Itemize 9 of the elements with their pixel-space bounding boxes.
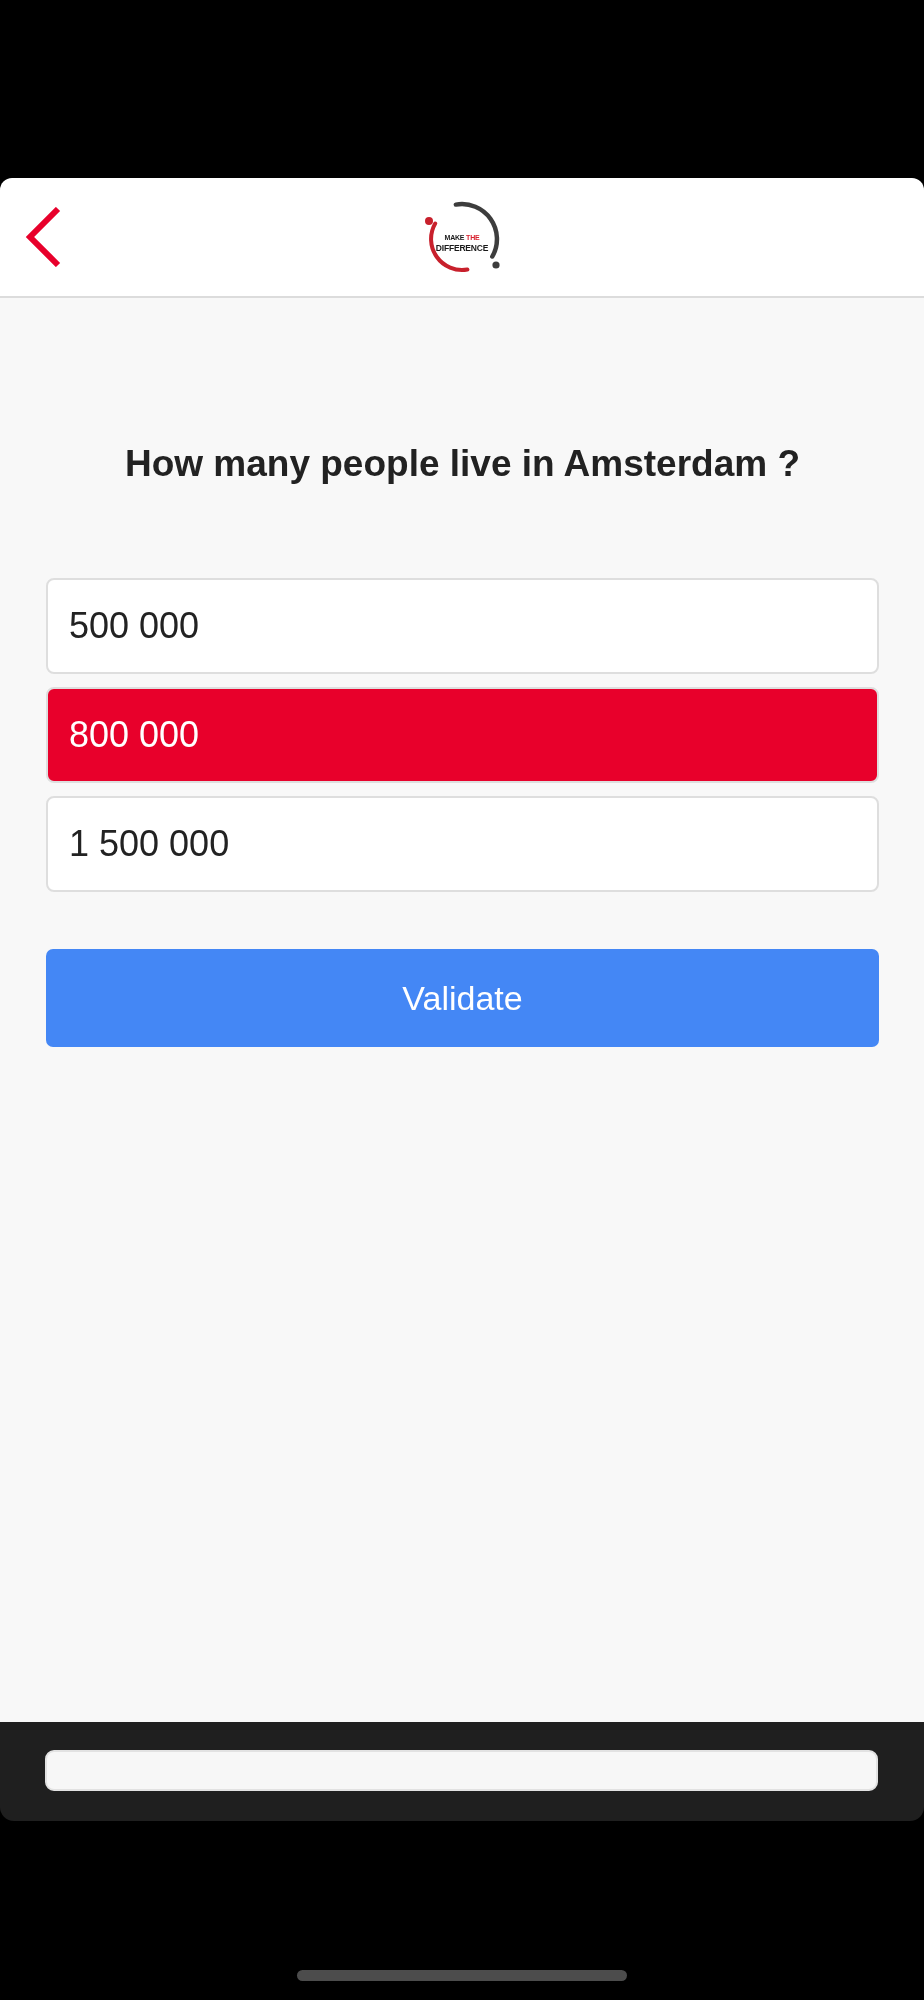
answer-option[interactable]: 1 500 000	[46, 796, 879, 892]
question-text: How many people live in Amsterdam ?	[123, 442, 802, 486]
home-indicator[interactable]	[297, 1970, 627, 1981]
chevron-left-icon	[25, 207, 61, 267]
answer-option[interactable]: 800 000	[46, 687, 879, 783]
answer-option[interactable]: 500 000	[46, 578, 879, 674]
address-field[interactable]	[45, 1750, 878, 1791]
logo-text: DIFFERENCE	[435, 244, 489, 253]
back-button[interactable]	[24, 206, 62, 268]
